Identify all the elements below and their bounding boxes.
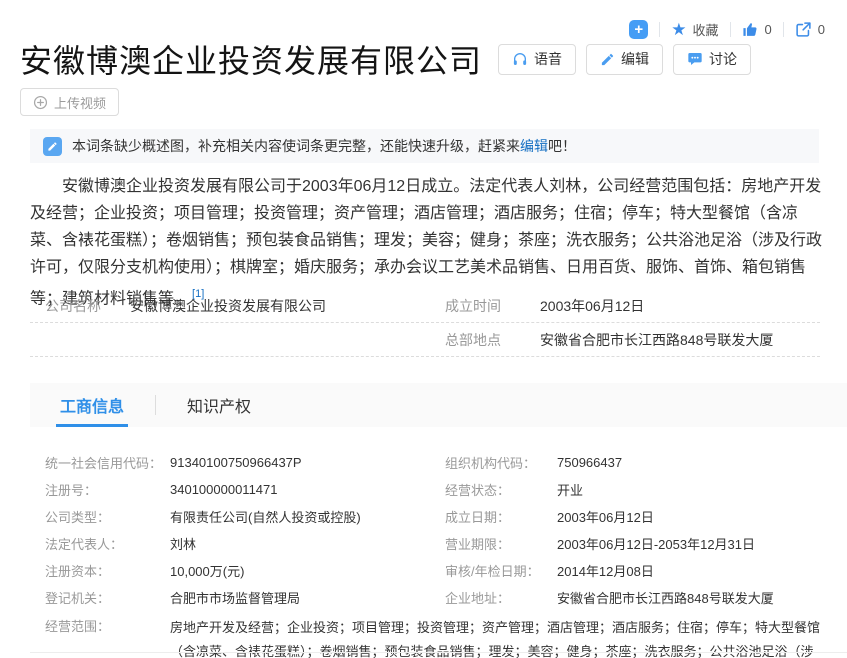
company-name-label: 公司名称 xyxy=(45,296,130,316)
table-row: 统一社会信用代码： 91340100750966437P 组织机构代码： 750… xyxy=(45,449,822,476)
header: 安徽博澳企业投资发展有限公司 语音 编辑 讨论 xyxy=(20,36,751,82)
page-title: 安徽博澳企业投资发展有限公司 xyxy=(20,36,482,82)
like-count: 0 xyxy=(765,22,772,37)
hq-label: 总部地点 xyxy=(445,330,540,350)
address-value: 安徽省合肥市长江西路848号联发大厦 xyxy=(557,588,822,607)
edit-label: 编辑 xyxy=(621,49,649,69)
headphones-icon xyxy=(512,51,528,67)
entry-page: + ★ 收藏 0 0 安徽博澳企业投资发展有限公司 语音 编辑 xyxy=(0,0,847,658)
tab-intellectual-property[interactable]: 知识产权 xyxy=(185,383,253,427)
table-row: 注册号： 340100000011471 经营状态： 开业 xyxy=(45,476,822,503)
star-icon: ★ xyxy=(671,21,686,38)
tab-bar: 工商信息 知识产权 xyxy=(30,383,847,427)
divider xyxy=(730,22,731,37)
circle-plus-icon xyxy=(33,95,48,110)
like-button[interactable]: 0 xyxy=(742,21,772,38)
voice-button[interactable]: 语音 xyxy=(498,44,576,75)
term-label: 营业期限： xyxy=(445,534,557,553)
notice-text: 本词条缺少概述图，补充相关内容使词条更完整，还能快速升级，赶紧来编辑吧！ xyxy=(72,136,576,156)
discuss-label: 讨论 xyxy=(709,49,737,69)
inspection-date-label: 审核/年检日期： xyxy=(445,561,557,580)
table-row: 注册资本： 10,000万(元) 审核/年检日期： 2014年12月08日 xyxy=(45,557,822,584)
business-info-table: 统一社会信用代码： 91340100750966437P 组织机构代码： 750… xyxy=(45,449,822,658)
status-value: 开业 xyxy=(557,480,822,499)
upload-video-label: 上传视频 xyxy=(54,93,106,112)
status-label: 经营状态： xyxy=(445,480,557,499)
comment-icon xyxy=(687,51,703,67)
hq-value: 安徽省合肥市长江西路848号联发大厦 xyxy=(540,330,820,350)
share-button[interactable]: 0 xyxy=(795,21,825,38)
term-value: 2003年06月12日-2053年12月31日 xyxy=(557,534,822,553)
title-buttons: 语音 编辑 讨论 xyxy=(498,44,751,75)
founded-label: 成立时间 xyxy=(445,296,540,316)
company-type-value: 有限责任公司(自然人投资或控股) xyxy=(170,507,445,526)
pencil-badge-icon xyxy=(43,137,62,156)
pencil-icon xyxy=(600,52,615,67)
reg-number-label: 注册号： xyxy=(45,480,170,499)
share-icon xyxy=(795,21,812,38)
table-row: 公司类型： 有限责任公司(自然人投资或控股) 成立日期： 2003年06月12日 xyxy=(45,503,822,530)
thumb-up-icon xyxy=(742,21,759,38)
upload-video-button[interactable]: 上传视频 xyxy=(20,88,119,116)
address-label: 企业地址： xyxy=(445,588,557,607)
registry-value: 合肥市市场监督管理局 xyxy=(170,588,445,607)
table-row: 公司名称 安徽博澳企业投资发展有限公司 成立时间 2003年06月12日 xyxy=(30,289,820,323)
divider xyxy=(30,652,847,653)
org-code-value: 750966437 xyxy=(557,455,822,470)
table-row: 登记机关： 合肥市市场监督管理局 企业地址： 安徽省合肥市长江西路848号联发大… xyxy=(45,584,822,611)
basic-info-table: 公司名称 安徽博澳企业投资发展有限公司 成立时间 2003年06月12日 总部地… xyxy=(30,289,820,357)
table-row: 总部地点 安徽省合肥市长江西路848号联发大厦 xyxy=(30,323,820,357)
registry-label: 登记机关： xyxy=(45,588,170,607)
notice-edit-link[interactable]: 编辑 xyxy=(520,138,548,154)
voice-label: 语音 xyxy=(534,49,562,69)
notice-bar: 本词条缺少概述图，补充相关内容使词条更完整，还能快速升级，赶紧来编辑吧！ xyxy=(30,129,819,163)
tab-business-info[interactable]: 工商信息 xyxy=(58,383,126,427)
credit-code-value: 91340100750966437P xyxy=(170,455,445,470)
reg-number-value: 340100000011471 xyxy=(170,482,445,497)
edit-button[interactable]: 编辑 xyxy=(586,44,663,75)
divider xyxy=(155,395,156,415)
table-row: 法定代表人： 刘林 营业期限： 2003年06月12日-2053年12月31日 xyxy=(45,530,822,557)
divider xyxy=(659,22,660,37)
legal-rep-label: 法定代表人： xyxy=(45,534,170,553)
founded-value: 2003年06月12日 xyxy=(540,296,820,316)
reg-capital-label: 注册资本： xyxy=(45,561,170,580)
founded-date-label: 成立日期： xyxy=(445,507,557,526)
org-code-label: 组织机构代码： xyxy=(445,453,557,472)
discuss-button[interactable]: 讨论 xyxy=(673,44,751,75)
divider xyxy=(783,22,784,37)
credit-code-label: 统一社会信用代码： xyxy=(45,453,170,472)
founded-date-value: 2003年06月12日 xyxy=(557,507,822,526)
legal-rep-value: 刘林 xyxy=(170,534,445,553)
inspection-date-value: 2014年12月08日 xyxy=(557,561,822,580)
company-name-value: 安徽博澳企业投资发展有限公司 xyxy=(130,296,445,316)
reg-capital-value: 10,000万(元) xyxy=(170,561,445,580)
company-type-label: 公司类型： xyxy=(45,507,170,526)
share-count: 0 xyxy=(818,22,825,37)
